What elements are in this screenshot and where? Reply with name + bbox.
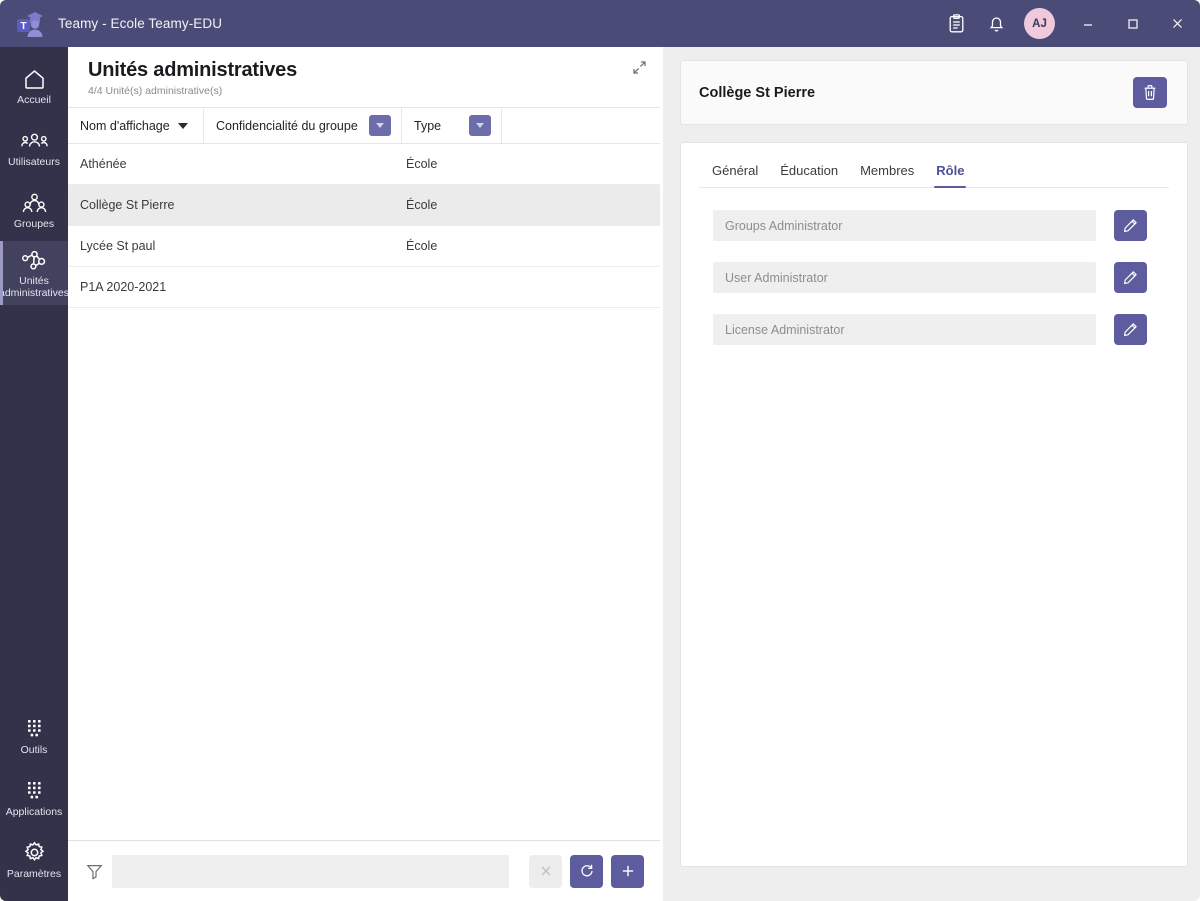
sidebar-item-groupes[interactable]: Groupes <box>0 179 68 241</box>
clear-filter-button[interactable] <box>529 854 562 888</box>
role-row-groups-administrator <box>713 210 1169 241</box>
titlebar-controls: AJ <box>936 0 1200 47</box>
cell-type: École <box>406 157 438 171</box>
column-header-nom-affichage[interactable]: Nom d'affichage <box>68 108 204 143</box>
tab-role[interactable]: Rôle <box>934 163 967 188</box>
license-administrator-field[interactable] <box>713 314 1096 345</box>
sidebar-item-unites-administratives[interactable]: Unités administratives <box>0 241 70 305</box>
org-units-icon <box>21 247 47 273</box>
column-label: Nom d'affichage <box>80 118 170 133</box>
role-row-license-administrator <box>713 314 1169 345</box>
clipboard-icon[interactable] <box>936 0 976 47</box>
table-row[interactable]: Collège St Pierre École <box>68 185 660 226</box>
title-bar: T Teamy - Ecole Teamy-EDU AJ <box>0 0 1200 47</box>
sidebar-item-parametres[interactable]: Paramètres <box>0 829 68 891</box>
home-icon <box>23 66 46 92</box>
column-header-spacer <box>502 108 660 143</box>
table-row[interactable]: P1A 2020-2021 <box>68 267 660 308</box>
chevron-down-icon[interactable] <box>369 115 391 136</box>
table-row[interactable]: Athénée École <box>68 144 660 185</box>
rail-top-group: Accueil Utilisateurs Groupes Unités admi… <box>0 47 70 305</box>
cell-display-name: Lycée St paul <box>80 239 156 253</box>
teamy-graduate-logo: T <box>16 11 46 37</box>
edit-groups-administrator-button[interactable] <box>1114 210 1147 241</box>
groups-icon <box>22 190 47 216</box>
administrative-units-panel: Unités administratives 4/4 Unité(s) admi… <box>68 47 660 901</box>
column-label: Type <box>414 118 442 133</box>
maximize-button[interactable] <box>1110 0 1155 47</box>
sidebar-item-applications[interactable]: Applications <box>0 767 68 829</box>
avatar[interactable]: AJ <box>1024 8 1055 39</box>
tab-membres[interactable]: Membres <box>860 163 914 187</box>
close-button[interactable] <box>1155 0 1200 47</box>
edit-user-administrator-button[interactable] <box>1114 262 1147 293</box>
column-header-type[interactable]: Type <box>402 108 502 143</box>
tab-education[interactable]: Éducation <box>780 163 838 187</box>
left-navigation-rail: Accueil Utilisateurs Groupes Unités admi… <box>0 47 70 901</box>
sidebar-item-label: Utilisateurs <box>8 155 60 168</box>
chevron-down-icon[interactable] <box>469 115 491 136</box>
expand-diagonal-icon[interactable] <box>628 56 650 78</box>
cell-type: École <box>406 198 438 212</box>
detail-panel: Collège St Pierre Général Éducation Memb… <box>663 47 1200 901</box>
sidebar-item-outils[interactable]: Outils <box>0 705 68 767</box>
table-header-row: Nom d'affichage Confidencialité du group… <box>68 108 660 144</box>
filter-input[interactable] <box>112 854 509 888</box>
cell-display-name: P1A 2020-2021 <box>80 280 167 294</box>
column-header-confidencialite[interactable]: Confidencialité du groupe <box>204 108 402 143</box>
users-icon <box>20 128 48 154</box>
delete-button[interactable] <box>1133 77 1167 108</box>
rail-bottom-group: Outils Applications Paramètres <box>0 705 68 901</box>
table-row[interactable]: Lycée St paul École <box>68 226 660 267</box>
sidebar-item-label: Accueil <box>17 93 51 106</box>
edit-license-administrator-button[interactable] <box>1114 314 1147 345</box>
sidebar-item-utilisateurs[interactable]: Utilisateurs <box>0 117 68 179</box>
sidebar-item-label: Unités <box>19 275 49 287</box>
sidebar-item-accueil[interactable]: Accueil <box>0 55 68 117</box>
detail-title: Collège St Pierre <box>699 84 816 101</box>
sidebar-item-label: Groupes <box>13 217 55 230</box>
applications-grid-icon <box>24 778 45 804</box>
tab-general[interactable]: Général <box>712 163 758 187</box>
cell-type: École <box>406 239 438 253</box>
tools-grid-icon <box>24 716 45 742</box>
sidebar-item-label: Outils <box>20 743 48 756</box>
panel-footer-toolbar <box>68 840 660 901</box>
gear-settings-icon <box>23 840 46 866</box>
cell-display-name: Athénée <box>80 157 127 171</box>
detail-body-card: Général Éducation Membres Rôle <box>680 142 1188 867</box>
cell-display-name: Collège St Pierre <box>80 198 175 212</box>
detail-tabs: Général Éducation Membres Rôle <box>699 143 1169 188</box>
role-list <box>699 188 1169 345</box>
sidebar-item-label: Applications <box>5 805 63 818</box>
groups-administrator-field[interactable] <box>713 210 1096 241</box>
detail-header-card: Collège St Pierre <box>680 60 1188 125</box>
refresh-button[interactable] <box>570 854 603 888</box>
page-subtitle: 4/4 Unité(s) administrative(s) <box>88 85 223 97</box>
sort-descending-icon <box>177 122 188 129</box>
application-window: T Teamy - Ecole Teamy-EDU AJ Accueil Uti… <box>0 0 1200 901</box>
column-label: Confidencialité du groupe <box>216 118 358 133</box>
funnel-filter-icon[interactable] <box>86 863 112 880</box>
user-administrator-field[interactable] <box>713 262 1096 293</box>
add-button[interactable] <box>611 854 644 888</box>
app-title: Teamy - Ecole Teamy-EDU <box>58 16 223 31</box>
svg-text:T: T <box>20 21 26 32</box>
minimize-button[interactable] <box>1065 0 1110 47</box>
bell-notification-icon[interactable] <box>976 0 1016 47</box>
sidebar-item-label-line2: administratives <box>0 286 70 299</box>
sidebar-item-label: Paramètres <box>6 867 62 880</box>
page-title: Unités administratives <box>88 59 298 81</box>
role-row-user-administrator <box>713 262 1169 293</box>
panel-header: Unités administratives 4/4 Unité(s) admi… <box>68 47 660 108</box>
table-body: Athénée École Collège St Pierre École Ly… <box>68 144 660 840</box>
